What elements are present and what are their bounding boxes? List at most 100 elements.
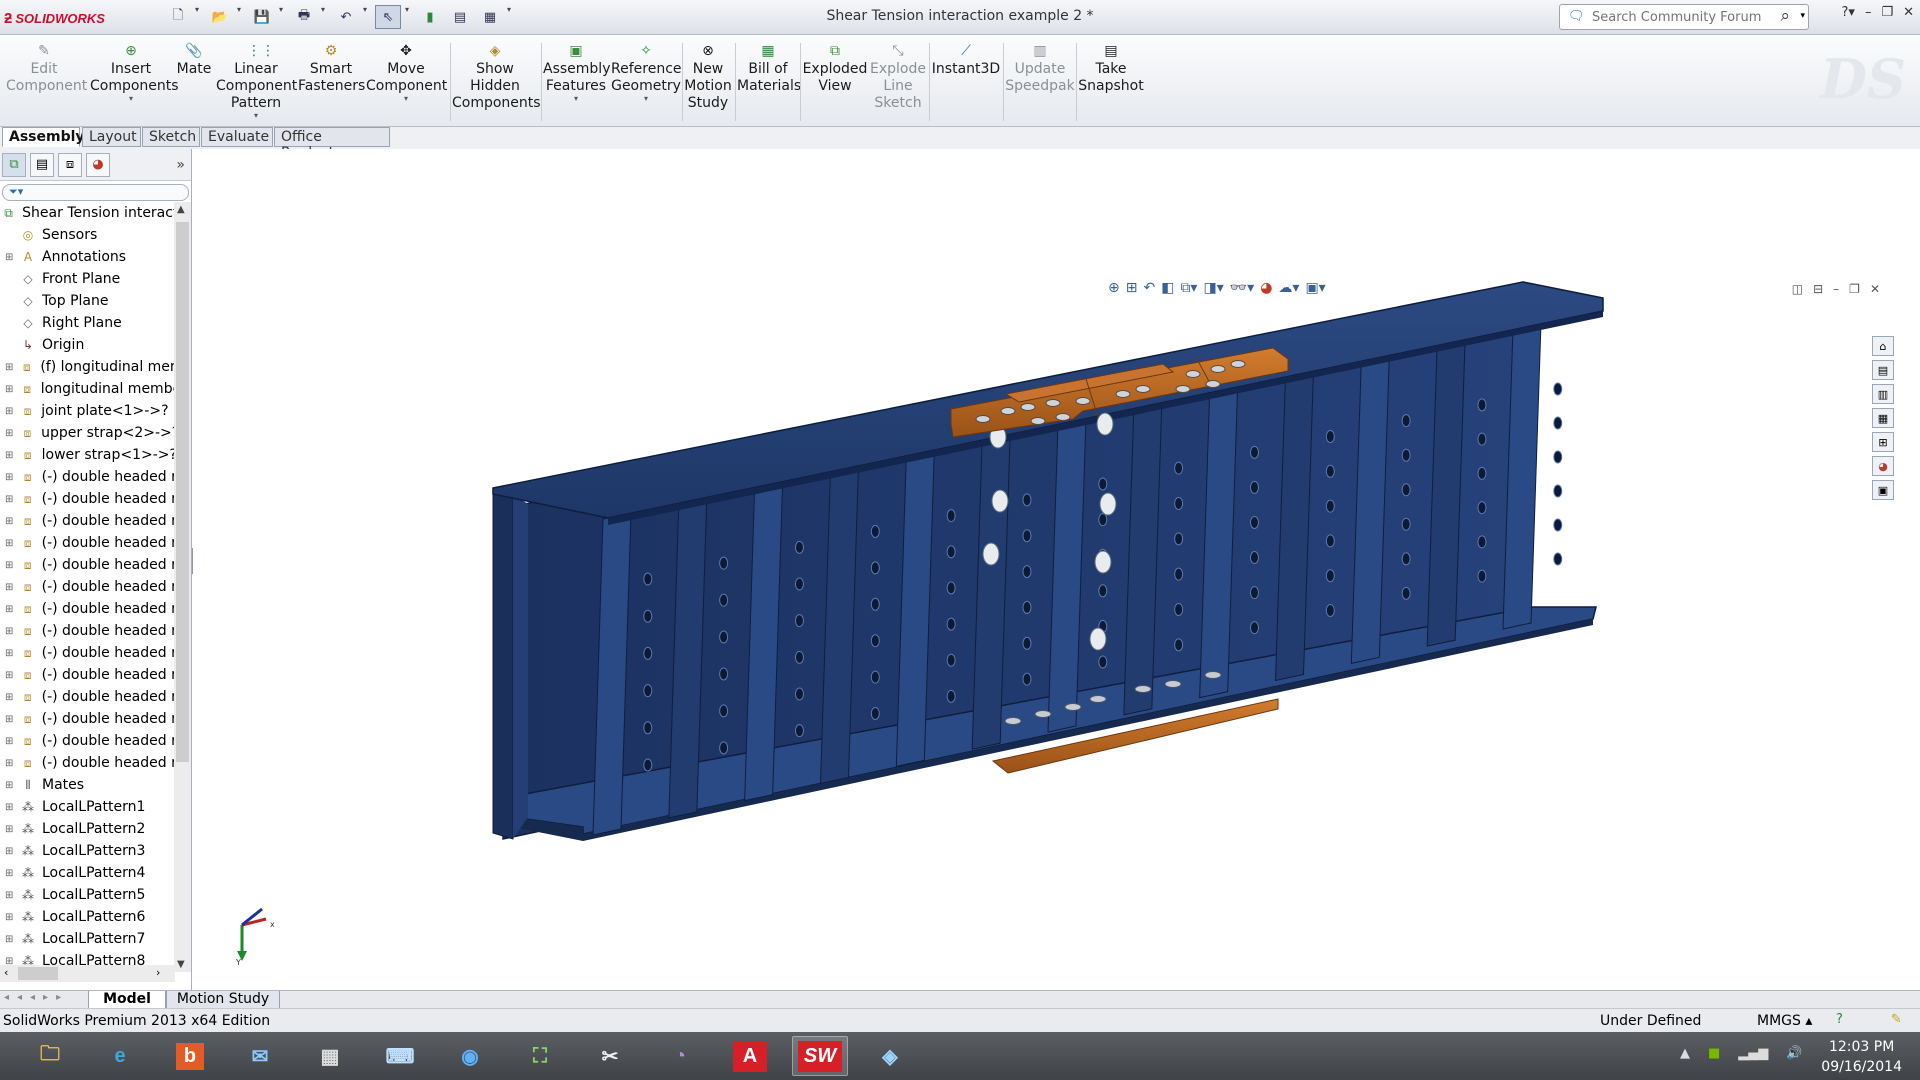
expand-toggle-icon[interactable]: ⊞ [5,362,14,373]
tree-item[interactable]: ⊞ ⫴ Mates [0,774,175,796]
expand-toggle-icon[interactable]: ⊞ [5,384,15,395]
expand-toggle-icon[interactable]: ⊞ [5,252,15,263]
section-view-icon[interactable]: ◧ [1161,280,1174,296]
tree-item[interactable]: ◇ Right Plane [0,312,175,334]
tree-item[interactable]: ⊞ ⁂ LocalLPattern5 [0,884,175,906]
maps-app-icon[interactable]: ⛶ [512,1036,568,1076]
custom-properties-icon[interactable]: ▣ [1872,480,1894,500]
undo-dropdown-icon[interactable]: ▾ [363,5,371,29]
scroll-thumb[interactable] [18,967,58,980]
tree-item[interactable]: ◇ Top Plane [0,290,175,312]
solidworks-app-icon[interactable]: SW [792,1036,848,1076]
expand-toggle-icon[interactable]: ⊞ [5,890,15,901]
tree-item[interactable]: ◇ Front Plane [0,268,175,290]
show-hidden-icons-icon[interactable]: ▲ [1680,1046,1690,1061]
internet-explorer-app-icon[interactable]: e [92,1036,148,1076]
expand-toggle-icon[interactable]: ⊞ [5,648,15,659]
zoom-to-fit-icon[interactable]: ⊕ [1108,280,1120,296]
search-icon[interactable]: ⌕ [1780,6,1790,26]
feature-manager-tab-icon[interactable]: ⧉ [2,152,26,177]
scroll-right-icon[interactable]: › [156,966,160,979]
expand-toggle-icon[interactable]: ⊞ [5,472,15,483]
assembly-features-button[interactable]: ▣ Assembly Features ▾ [543,43,610,103]
tree-item[interactable]: ⊞ ⧈ (-) double headed r [0,752,175,774]
split-horizontal-icon[interactable]: ⊟ [1813,282,1823,296]
tree-item[interactable]: ⊞ ⧈ lower strap<1>->? [0,444,175,466]
save-dropdown-icon[interactable]: ▾ [279,5,287,29]
open-dropdown-icon[interactable]: ▾ [237,5,245,29]
take-snapshot-button[interactable]: ▤ Take Snapshot [1078,43,1144,95]
tab-model[interactable]: Model [88,991,166,1009]
help-icon[interactable]: ?▾ [1842,5,1855,20]
zoom-to-area-icon[interactable]: ⊞ [1126,280,1138,296]
expand-toggle-icon[interactable]: ⊞ [5,824,15,835]
expand-toggle-icon[interactable]: ⊞ [5,846,15,857]
expand-panel-icon[interactable]: » [176,157,185,173]
save-icon[interactable]: 💾 [249,5,275,29]
previous-view-icon[interactable]: ↶ [1143,280,1155,296]
volume-icon[interactable]: 🔊 [1786,1046,1802,1061]
search-input[interactable] [1592,9,1762,25]
appearances-icon[interactable]: ◕ [1872,456,1894,476]
expand-toggle-icon[interactable]: ⊞ [5,692,15,703]
update-speedpak-button[interactable]: ▥ Update Speedpak [1005,43,1075,95]
display-manager-tab-icon[interactable]: ◕ [86,152,110,177]
smart-fasteners-button[interactable]: ⚙ Smart Fasteners [298,43,365,95]
tree-item[interactable]: ⊞ ⁂ LocalLPattern2 [0,818,175,840]
edit-component-button[interactable]: ✎ Edit Component [6,43,87,95]
scroll-up-icon[interactable]: ▲ [177,204,185,215]
view-settings-icon[interactable]: ▣▾ [1305,280,1325,296]
file-properties-icon[interactable]: ▤ [447,5,473,29]
reference-geometry-button[interactable]: ✧ Reference Geometry ▾ [611,43,682,103]
linear-component-pattern-button[interactable]: ⋮⋮ Linear Component Pattern ▾ [216,43,297,120]
tree-item[interactable]: ⊞ ⧈ (f) longitudinal mem [0,356,175,378]
open-folder-icon[interactable]: 📂 [207,5,233,29]
tab-assembly[interactable]: Assembly [2,127,85,147]
tree-item[interactable]: ⊞ ⧈ (-) double headed r [0,598,175,620]
help-status-icon[interactable]: ? [1836,1012,1843,1027]
tree-vertical-scrollbar[interactable]: ▲ ▼ [174,202,191,972]
close-icon[interactable]: ✕ [1903,5,1914,20]
tree-item[interactable]: ⊞ ⧈ (-) double headed r [0,664,175,686]
tree-item[interactable]: ↳ Origin [0,334,175,356]
expand-toggle-icon[interactable]: ⊞ [5,406,15,417]
tree-item[interactable]: ⊞ ⧈ longitudinal membe [0,378,175,400]
tree-item[interactable]: ⊞ A Annotations [0,246,175,268]
search-dropdown-icon[interactable]: ▾ [1800,11,1805,21]
chevron-down-icon[interactable]: ▾ [366,95,446,103]
expand-toggle-icon[interactable]: ⊞ [5,736,15,747]
show-hidden-components-button[interactable]: ◈ Show Hidden Components [452,43,541,112]
solidworks-logo[interactable]: ƻ SOLIDWORKS [4,7,130,29]
expand-toggle-icon[interactable]: ⊞ [5,450,15,461]
system-clock[interactable]: 12:03 PM 09/16/2014 [1821,1037,1902,1077]
expand-toggle-icon[interactable]: ⊞ [5,604,15,615]
snipping-tool-app-icon[interactable]: ✂ [582,1036,638,1076]
close-icon[interactable]: ✕ [1870,282,1880,296]
outlook-app-icon[interactable]: ✉ [232,1036,288,1076]
tree-item[interactable]: ⊞ ⁂ LocalLPattern1 [0,796,175,818]
apply-scene-icon[interactable]: ☁▾ [1278,280,1299,296]
calculator-app-icon[interactable]: ▦ [302,1036,358,1076]
chevron-down-icon[interactable]: ▾ [611,95,681,103]
music-app-icon[interactable]: ◔ [652,1036,708,1076]
expand-toggle-icon[interactable]: ⊞ [5,626,15,637]
solidworks-resources-icon[interactable]: ⌂ [1872,336,1894,356]
avira-app-icon[interactable]: A [722,1036,778,1076]
tree-item[interactable]: ⊞ ⁂ LocalLPattern7 [0,928,175,950]
restore-icon[interactable]: ❐ [1849,282,1860,296]
tree-item[interactable]: ⊞ ⧈ (-) double headed r [0,620,175,642]
tree-item[interactable]: ⧉ Shear Tension interacti [0,202,175,224]
split-vertical-icon[interactable]: ◫ [1792,282,1803,296]
print-dropdown-icon[interactable]: ▾ [321,5,329,29]
insert-components-button[interactable]: ⊕ Insert Components ▾ [90,43,179,103]
tab-sketch[interactable]: Sketch [142,127,200,147]
instant3d-button[interactable]: ⟋ Instant3D [931,43,1001,78]
scroll-left-icon[interactable]: ‹ [4,966,8,979]
beam-assembly-model[interactable] [193,149,1896,990]
tree-item[interactable]: ⊞ ⧈ (-) double headed r [0,510,175,532]
select-pointer-icon[interactable]: ⇖ [375,5,401,29]
configuration-manager-tab-icon[interactable]: ⧈ [58,152,82,177]
expand-toggle-icon[interactable]: ⊞ [5,802,15,813]
expand-toggle-icon[interactable]: ⊞ [5,428,15,439]
expand-toggle-icon[interactable]: ⊞ [5,494,15,505]
